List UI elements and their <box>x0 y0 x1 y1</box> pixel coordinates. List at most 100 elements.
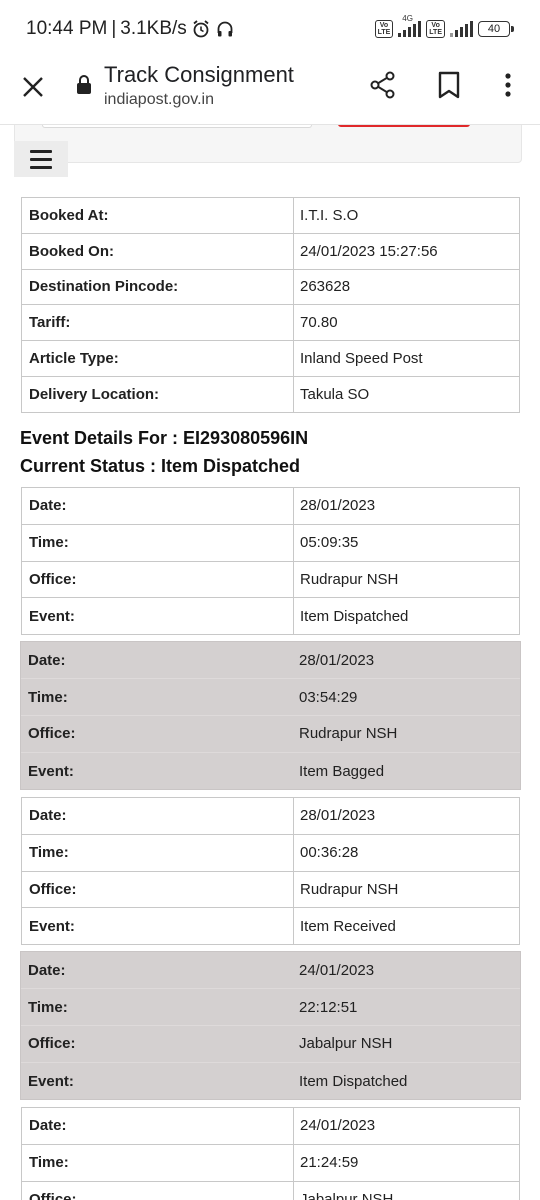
browser-toolbar: Track Consignment indiapost.gov.in <box>0 58 540 125</box>
event-value: 28/01/2023 <box>293 487 520 525</box>
event-value: 00:36:28 <box>293 833 520 872</box>
event-table: Date: 28/01/2023 Time: 05:09:35 Office: Rudra… <box>21 487 520 636</box>
share-icon[interactable] <box>368 70 398 105</box>
event-row-date: Date: 24/01/2023 <box>21 1107 520 1145</box>
event-value: 03:54:29 <box>293 678 520 717</box>
status-separator: | <box>111 18 117 39</box>
event-row-event: Event: Item Dispatched <box>21 1062 520 1100</box>
current-status: Current Status : Item Dispatched <box>20 456 301 476</box>
event-label: Date: <box>21 642 293 680</box>
status-right: Vo LTE 4G Vo LTE 40 <box>374 14 514 38</box>
event-label: Office: <box>21 870 294 909</box>
status-left: 10:44 PM | 3.1KB/s <box>26 18 235 40</box>
volte-icon: Vo LTE <box>374 20 394 38</box>
booking-value: Takula SO <box>293 375 520 413</box>
search-panel <box>14 125 522 163</box>
booking-label: Destination Pincode: <box>21 268 294 306</box>
event-value: 28/01/2023 <box>293 797 520 835</box>
booking-row: Article Type: Inland Speed Post <box>21 340 520 377</box>
event-label: Time: <box>21 833 294 872</box>
page-title: Track Consignment <box>104 62 294 87</box>
event-row-date: Date: 28/01/2023 <box>21 797 520 835</box>
event-row-event: Event: Item Dispatched <box>21 597 520 636</box>
event-value: 05:09:35 <box>293 523 520 562</box>
event-value: Item Dispatched <box>293 597 520 636</box>
event-value: 21:24:59 <box>293 1143 520 1182</box>
battery-icon: 40 <box>478 21 514 37</box>
clock-text: 10:44 PM <box>26 18 108 39</box>
event-table: Date: 28/01/2023 Time: 00:36:28 Office: Rudra… <box>21 797 520 946</box>
event-row-office: Office: Rudrapur NSH <box>21 870 520 909</box>
alarm-icon <box>191 19 211 39</box>
booking-label: Tariff: <box>21 304 294 342</box>
booking-value: 263628 <box>293 268 520 306</box>
event-value: 22:12:51 <box>293 988 520 1027</box>
event-table: Date: 24/01/2023 Time: 21:24:59 Office: Jabal… <box>21 1107 520 1200</box>
event-label: Date: <box>21 487 294 525</box>
volte-icon-2: Vo LTE <box>426 20 445 38</box>
event-value: 24/01/2023 <box>293 952 520 990</box>
event-label: Time: <box>21 1143 294 1182</box>
event-label: Office: <box>21 715 293 753</box>
battery-level: 40 <box>487 23 501 35</box>
booking-value: Inland Speed Post <box>293 340 520 377</box>
event-row-time: Time: 00:36:28 <box>21 833 520 872</box>
page-url[interactable]: indiapost.gov.in <box>104 91 214 109</box>
event-label: Time: <box>21 523 294 562</box>
event-value: 28/01/2023 <box>293 642 520 680</box>
booking-row: Booked On: 24/01/2023 15:27:56 <box>21 232 520 270</box>
event-label: Date: <box>21 1107 294 1145</box>
consignment-input[interactable] <box>42 125 312 128</box>
event-table: Date: 24/01/2023 Time: 22:12:51 Office: Jabal… <box>20 950 521 1101</box>
booking-row: Tariff: 70.80 <box>21 304 520 342</box>
event-value: Rudrapur NSH <box>293 715 520 753</box>
event-label: Date: <box>21 952 293 990</box>
event-row-event: Event: Item Received <box>21 907 520 946</box>
lock-icon[interactable] <box>76 74 92 101</box>
event-row-time: Time: 21:24:59 <box>21 1143 520 1182</box>
event-table: Date: 28/01/2023 Time: 03:54:29 Office: Rudra… <box>20 640 521 791</box>
event-label: Office: <box>21 1025 293 1063</box>
headphones-icon <box>215 19 235 39</box>
booking-label: Article Type: <box>21 340 294 377</box>
event-value: Item Bagged <box>293 752 520 790</box>
booking-details-table: Booked At: I.T.I. S.O Booked On: 24/01/2023… <box>21 197 520 413</box>
more-vert-icon[interactable] <box>500 70 516 105</box>
signal-icon-2 <box>450 21 473 37</box>
close-icon[interactable] <box>18 72 48 102</box>
event-label: Date: <box>21 797 294 835</box>
bookmark-icon[interactable] <box>436 70 462 105</box>
event-value: Jabalpur NSH <box>293 1025 520 1063</box>
event-value: Jabalpur NSH <box>293 1180 520 1200</box>
event-row-office: Office: Jabalpur NSH <box>21 1025 520 1063</box>
booking-value: I.T.I. S.O <box>293 197 520 234</box>
booking-label: Booked At: <box>21 197 294 234</box>
page-content: Booked At: I.T.I. S.O Booked On: 24/01/2023… <box>0 125 540 1200</box>
event-label: Office: <box>21 1180 294 1200</box>
event-row-date: Date: 28/01/2023 <box>21 642 520 680</box>
event-row-office: Office: Rudrapur NSH <box>21 715 520 753</box>
event-label: Event: <box>21 752 293 790</box>
event-label: Event: <box>21 907 294 946</box>
event-row-office: Office: Rudrapur NSH <box>21 560 520 599</box>
signal-icon: 4G <box>398 14 422 37</box>
booking-value: 70.80 <box>293 304 520 342</box>
network-type-label: 4G <box>402 14 413 23</box>
event-row-date: Date: 28/01/2023 <box>21 487 520 525</box>
event-row-time: Time: 03:54:29 <box>21 678 520 717</box>
event-value: Item Dispatched <box>293 1062 520 1100</box>
event-row-office: Office: Jabalpur NSH <box>21 1180 520 1200</box>
booking-row: Booked At: I.T.I. S.O <box>21 197 520 234</box>
event-value: Item Received <box>293 907 520 946</box>
search-button[interactable] <box>338 125 470 127</box>
event-label: Event: <box>21 1062 293 1100</box>
event-label: Time: <box>21 678 293 717</box>
event-label: Event: <box>21 597 294 636</box>
booking-label: Booked On: <box>21 232 294 270</box>
event-label: Office: <box>21 560 294 599</box>
event-value: Rudrapur NSH <box>293 870 520 909</box>
menu-icon[interactable] <box>14 141 68 177</box>
status-bar: 10:44 PM | 3.1KB/s Vo LTE 4G Vo LTE 40 <box>0 0 540 58</box>
booking-row: Destination Pincode: 263628 <box>21 268 520 306</box>
booking-value: 24/01/2023 15:27:56 <box>293 232 520 270</box>
